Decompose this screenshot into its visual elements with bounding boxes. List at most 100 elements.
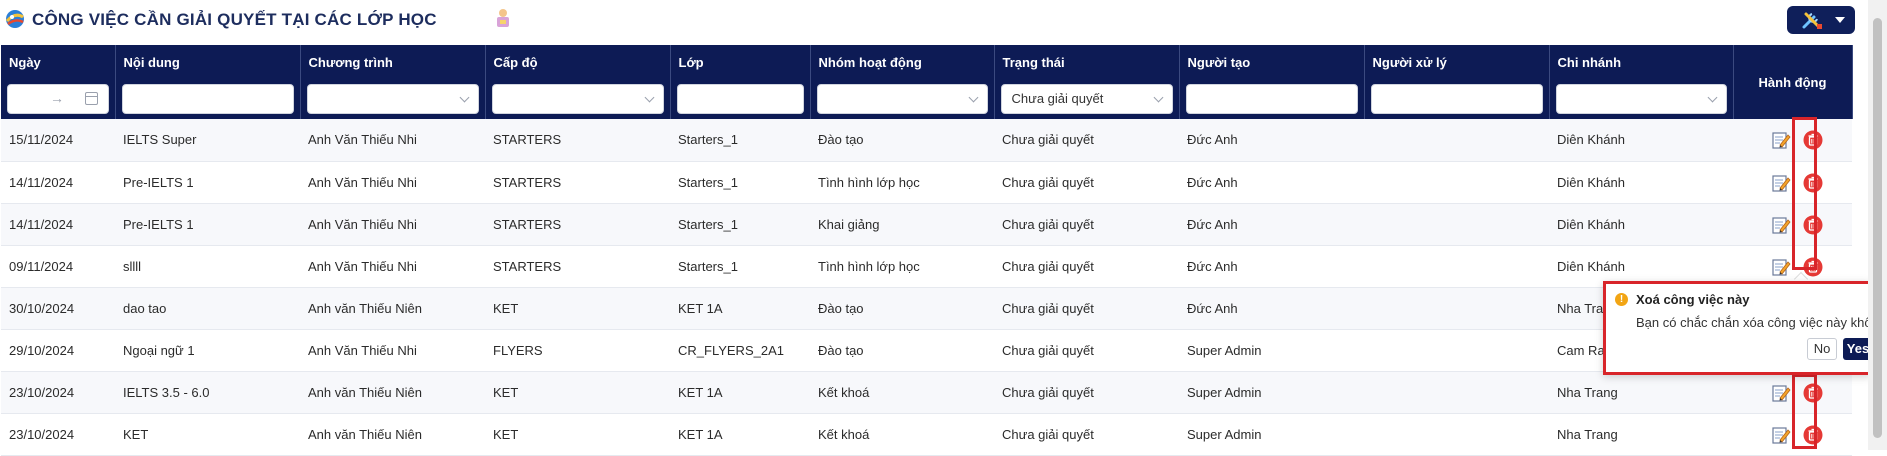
cell-handler: [1364, 203, 1549, 246]
cell-content: Pre-IELTS 1: [115, 161, 300, 204]
col-header-activity-group[interactable]: Nhóm hoạt động: [810, 45, 995, 79]
col-header-handler[interactable]: Người xử lý: [1364, 45, 1550, 79]
tools-dropdown-button[interactable]: [1787, 6, 1855, 34]
cell-class: KET 1A: [670, 371, 810, 414]
cell-handler: [1364, 119, 1549, 162]
delete-confirm-popover: ! Xoá công việc này Bạn có chắc chắn xóa…: [1603, 281, 1887, 375]
cell-class: CR_FLYERS_2A1: [670, 329, 810, 372]
handler-filter-input[interactable]: [1370, 84, 1543, 114]
cell-content: IELTS Super: [115, 119, 300, 162]
col-header-creator[interactable]: Người tạo: [1179, 45, 1365, 79]
cell-level: FLYERS: [485, 329, 670, 372]
cell-branch: Nha Trang: [1549, 371, 1733, 414]
cell-actions: [1733, 371, 1852, 414]
col-header-branch[interactable]: Chi nhánh: [1549, 45, 1734, 79]
cell-branch: Diên Khánh: [1549, 119, 1733, 162]
tools-icon: [1802, 12, 1822, 29]
no-button[interactable]: No: [1807, 338, 1837, 360]
cell-creator: Super Admin: [1179, 413, 1364, 456]
cell-program: Anh Văn Thiếu Nhi: [300, 203, 485, 246]
col-header-level[interactable]: Cấp độ: [485, 45, 671, 79]
chevron-down-icon: [1707, 92, 1717, 103]
cell-activity-group: Kết khoá: [810, 413, 994, 456]
cell-date: 30/10/2024: [1, 287, 115, 330]
table-row[interactable]: 23/10/2024 IELTS 3.5 - 6.0 Anh văn Thiếu N…: [1, 371, 1852, 414]
filter-cell-handler: [1364, 79, 1550, 119]
scrollbar-thumb[interactable]: [1873, 18, 1882, 438]
calendar-icon: [84, 92, 98, 105]
level-filter-select[interactable]: [491, 84, 664, 114]
cell-level: STARTERS: [485, 119, 670, 162]
chevron-down-icon: [968, 92, 978, 103]
cell-program: Anh văn Thiếu Niên: [300, 287, 485, 330]
class-filter-input[interactable]: [676, 84, 804, 114]
cell-handler: [1364, 371, 1549, 414]
cell-handler: [1364, 245, 1549, 288]
chevron-down-icon: [644, 92, 654, 103]
cell-date: 14/11/2024: [1, 203, 115, 246]
table-row[interactable]: 29/10/2024 Ngoại ngữ 1 Anh Văn Thiếu Nhi FL…: [1, 329, 1852, 372]
table-row[interactable]: 23/10/2024 KET Anh văn Thiếu Niên KET KET 1A…: [1, 413, 1852, 456]
cell-content: sllll: [115, 245, 300, 288]
delete-icon[interactable]: [1803, 130, 1823, 150]
popconfirm-title: Xoá công việc này: [1636, 292, 1750, 307]
edit-icon[interactable]: [1771, 215, 1791, 235]
table-header-row: Ngày Nội dung Chương trình Cấp độ Lớp Nh…: [1, 45, 1853, 119]
delete-icon[interactable]: [1803, 383, 1823, 403]
cell-handler: [1364, 329, 1549, 372]
edit-icon[interactable]: [1771, 425, 1791, 445]
delete-icon[interactable]: [1803, 425, 1823, 445]
table-row[interactable]: 09/11/2024 sllll Anh Văn Thiếu Nhi STARTERS…: [1, 245, 1852, 288]
cell-class: Starters_1: [670, 203, 810, 246]
creator-filter-input[interactable]: [1185, 84, 1358, 114]
top-bar: CÔNG VIỆC CẦN GIẢI QUYẾT TẠI CÁC LỚP HỌC: [0, 0, 1887, 40]
cell-branch: Nha Trang: [1549, 413, 1733, 456]
delete-icon[interactable]: [1803, 215, 1823, 235]
filter-cell-activity-group: [810, 79, 995, 119]
table-row[interactable]: 30/10/2024 dao tao Anh văn Thiếu Niên KET KE…: [1, 287, 1852, 330]
table-row[interactable]: 14/11/2024 Pre-IELTS 1 Anh Văn Thiếu Nhi ST…: [1, 161, 1852, 204]
cell-creator: Super Admin: [1179, 329, 1364, 372]
date-range-filter[interactable]: →: [7, 84, 109, 114]
cell-branch: Diên Khánh: [1549, 203, 1733, 246]
col-header-class[interactable]: Lớp: [670, 45, 811, 79]
table-row[interactable]: 14/11/2024 Pre-IELTS 1 Anh Văn Thiếu Nhi ST…: [1, 203, 1852, 246]
vertical-scrollbar[interactable]: [1868, 0, 1887, 450]
cell-actions: [1733, 161, 1852, 204]
cell-program: Anh văn Thiếu Niên: [300, 371, 485, 414]
cell-date: 23/10/2024: [1, 413, 115, 456]
branch-filter-select[interactable]: [1555, 84, 1727, 114]
program-filter-select[interactable]: [306, 84, 479, 114]
cell-content: Pre-IELTS 1: [115, 203, 300, 246]
popconfirm-message: Bạn có chắc chắn xóa công việc này không…: [1636, 315, 1887, 330]
cell-handler: [1364, 287, 1549, 330]
cell-date: 14/11/2024: [1, 161, 115, 204]
cell-content: IELTS 3.5 - 6.0: [115, 371, 300, 414]
edit-icon[interactable]: [1771, 383, 1791, 403]
edit-icon[interactable]: [1771, 257, 1791, 277]
filter-cell-class: [670, 79, 811, 119]
app-logo-icon: [5, 10, 24, 28]
cell-level: STARTERS: [485, 245, 670, 288]
activity-group-filter-select[interactable]: [816, 84, 988, 114]
edit-icon[interactable]: [1771, 173, 1791, 193]
cell-creator: Đức Anh: [1179, 161, 1364, 204]
cell-class: Starters_1: [670, 245, 810, 288]
filter-cell-status: Chưa giải quyết: [994, 79, 1180, 119]
table-row[interactable]: 15/11/2024 IELTS Super Anh Văn Thiếu Nhi ST…: [1, 119, 1852, 162]
content-filter-input[interactable]: [121, 84, 294, 114]
col-header-date[interactable]: Ngày: [1, 45, 116, 79]
delete-icon[interactable]: [1803, 257, 1823, 277]
status-filter-select[interactable]: Chưa giải quyết: [1000, 84, 1173, 114]
cell-status: Chưa giải quyết: [994, 161, 1179, 204]
delete-icon[interactable]: [1803, 173, 1823, 193]
cell-program: Anh Văn Thiếu Nhi: [300, 329, 485, 372]
cell-actions: [1733, 413, 1852, 456]
col-header-status[interactable]: Trạng thái: [994, 45, 1180, 79]
cell-activity-group: Khai giảng: [810, 203, 994, 246]
edit-icon[interactable]: [1771, 130, 1791, 150]
col-header-content[interactable]: Nội dung: [115, 45, 301, 79]
col-header-actions: Hành động: [1733, 45, 1853, 119]
cell-level: STARTERS: [485, 203, 670, 246]
col-header-program[interactable]: Chương trình: [300, 45, 486, 79]
